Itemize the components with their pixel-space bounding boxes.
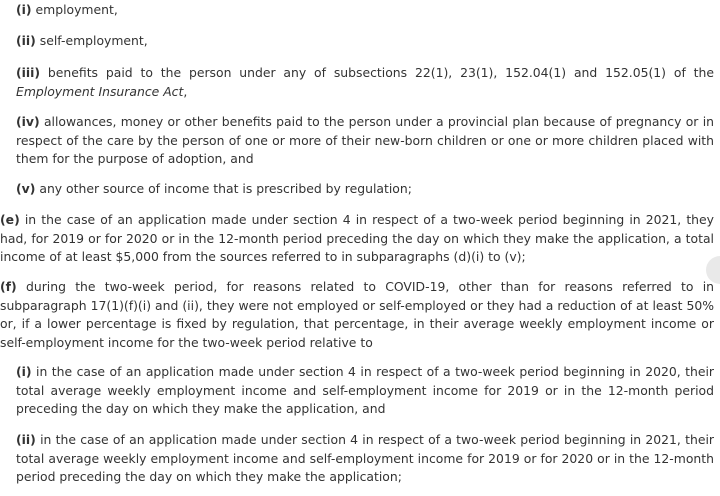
item-text-tail: , xyxy=(183,83,188,99)
item-label: (i) xyxy=(16,2,32,17)
item-text: self-employment, xyxy=(35,33,148,48)
subparagraph-ii-self-employment: (ii) self-employment, xyxy=(16,32,714,51)
subparagraph-iii-benefits: (iii) benefits paid to the person under … xyxy=(16,64,714,101)
item-text: in the case of an application made under… xyxy=(16,432,714,484)
subparagraph-iv-allowances: (iv) allowances, money or other benefits… xyxy=(16,113,714,169)
subparagraph-v-other-income: (v) any other source of income that is p… xyxy=(16,180,714,199)
item-label: (iii) xyxy=(16,65,41,80)
act-title: Employment Insurance Act xyxy=(16,83,184,99)
subparagraph-f-ii: (ii) in the case of an application made … xyxy=(16,431,714,487)
item-text: allowances, money or other benefits paid… xyxy=(16,114,714,166)
item-text: in the case of an application made under… xyxy=(16,364,714,416)
paragraph-text: during the two-week period, for reasons … xyxy=(0,279,714,350)
item-label: (ii) xyxy=(16,33,36,48)
paragraph-label: (f) xyxy=(0,279,17,294)
item-text: benefits paid to the person under any of… xyxy=(40,65,714,80)
paragraph-f: (f) during the two-week period, for reas… xyxy=(0,278,714,352)
item-label: (ii) xyxy=(16,432,36,447)
paragraph-text: in the case of an application made under… xyxy=(0,212,714,264)
item-text: any other source of income that is presc… xyxy=(35,181,412,196)
paragraph-label: (e) xyxy=(0,212,20,227)
item-label: (iv) xyxy=(16,114,40,129)
subparagraph-f-i: (i) in the case of an application made u… xyxy=(16,363,714,419)
subparagraph-i-employment: (i) employment, xyxy=(16,1,714,20)
item-label: (v) xyxy=(16,181,36,196)
item-label: (i) xyxy=(16,364,32,379)
paragraph-e: (e) in the case of an application made u… xyxy=(0,211,714,267)
item-text: employment, xyxy=(31,2,118,17)
